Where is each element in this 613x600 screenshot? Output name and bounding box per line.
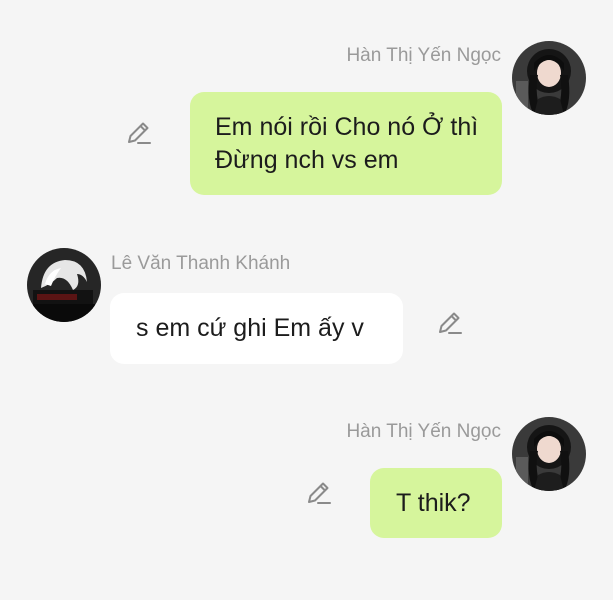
avatar[interactable] xyxy=(512,417,586,491)
edit-button[interactable] xyxy=(124,119,152,147)
pencil-icon xyxy=(439,312,462,334)
sender-name: Hàn Thị Yến Ngọc xyxy=(346,45,501,66)
avatar[interactable] xyxy=(512,41,586,115)
message-bubble[interactable]: T thik? xyxy=(370,468,502,538)
pencil-icon xyxy=(128,122,151,144)
edit-button[interactable] xyxy=(435,309,463,337)
sender-name: Lê Văn Thanh Khánh xyxy=(111,253,291,274)
avatar[interactable] xyxy=(27,248,101,322)
message-text: T thik? xyxy=(396,489,471,517)
edit-button[interactable] xyxy=(304,479,332,507)
message-text: Em nói rồi Cho nó Ở thì Đừng nch vs em xyxy=(215,113,479,174)
sender-name: Hàn Thị Yến Ngọc xyxy=(346,421,501,442)
avatar-image xyxy=(512,41,586,115)
avatar-image xyxy=(512,417,586,491)
avatar-image xyxy=(27,248,101,322)
pencil-icon xyxy=(308,482,331,504)
message-text: s em cứ ghi Em ấy v xyxy=(136,314,364,342)
message-bubble[interactable]: Em nói rồi Cho nó Ở thì Đừng nch vs em xyxy=(190,92,502,195)
message-bubble[interactable]: s em cứ ghi Em ấy v xyxy=(110,293,403,364)
